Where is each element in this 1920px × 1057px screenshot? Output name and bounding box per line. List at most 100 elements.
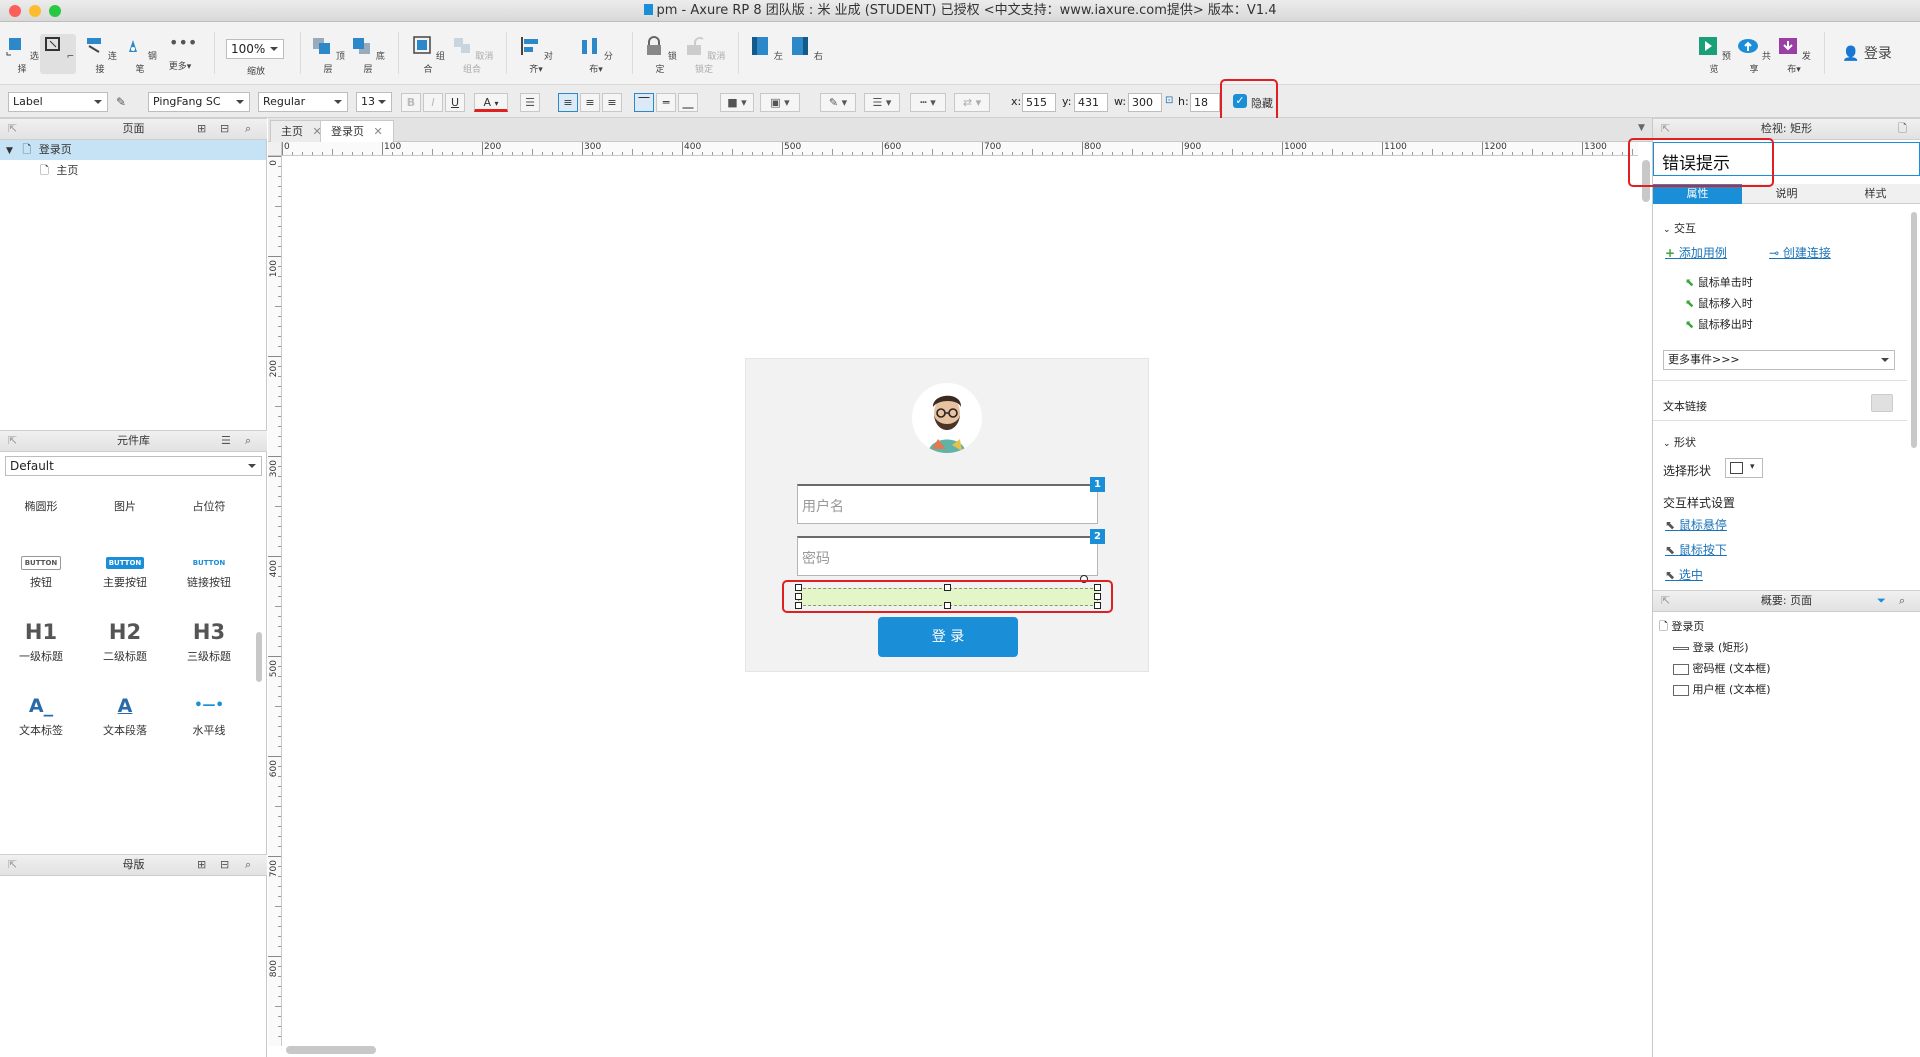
- collapse-icon[interactable]: ⇱: [8, 119, 17, 139]
- italic-button[interactable]: I: [423, 93, 443, 112]
- underline-button[interactable]: U: [445, 93, 465, 112]
- library-item[interactable]: •—• 水平线: [174, 690, 244, 738]
- collapse-icon[interactable]: ⇱: [1661, 119, 1670, 139]
- footnote-badge-1[interactable]: 1: [1090, 477, 1105, 492]
- select-tool-button[interactable]: 选择: [4, 36, 40, 75]
- expand-arrow-icon[interactable]: ▼: [6, 146, 13, 156]
- font-size-select[interactable]: 13: [356, 92, 392, 112]
- hover-style-link[interactable]: ⬉ 鼠标悬停: [1665, 516, 1727, 533]
- tabs-dropdown-icon[interactable]: ▼: [1638, 123, 1645, 133]
- x-input[interactable]: 515: [1022, 93, 1056, 112]
- send-to-back-button[interactable]: 底层: [348, 36, 388, 75]
- bullet-list-button[interactable]: ☰: [520, 93, 540, 112]
- tab-login[interactable]: 登录页 ✕: [320, 120, 394, 142]
- shape-section[interactable]: ⌄ 形状: [1663, 434, 1696, 450]
- text-link-button[interactable]: [1871, 394, 1893, 412]
- align-text-left-button[interactable]: ≡: [558, 93, 578, 112]
- zoom-select[interactable]: 100%: [226, 39, 284, 59]
- line-width-button[interactable]: ☰ ▾: [864, 93, 900, 112]
- w-input[interactable]: 300: [1128, 93, 1162, 112]
- library-item[interactable]: 占位符: [174, 480, 244, 514]
- add-folder-icon[interactable]: ⊟: [220, 119, 229, 139]
- add-case-link[interactable]: + 添加用例: [1665, 244, 1727, 261]
- collapse-icon[interactable]: ⇱: [8, 431, 17, 451]
- search-icon[interactable]: ⌕: [245, 119, 251, 139]
- library-item[interactable]: BUTTON 按钮: [6, 542, 76, 590]
- selected-style-link[interactable]: ⬉ 选中: [1665, 566, 1703, 583]
- outline-item-page[interactable]: 🗋 登录页: [1659, 618, 1704, 637]
- select-contained-button[interactable]: ⌐: [40, 34, 76, 74]
- style-edit-icon[interactable]: ✎: [116, 95, 126, 109]
- library-item[interactable]: BUTTON 主要按钮: [90, 542, 160, 590]
- more-tools-button[interactable]: ••• 更多▾: [160, 35, 200, 73]
- distribute-button[interactable]: 分布▾: [576, 36, 616, 75]
- outline-item-password[interactable]: 密码框 (文本框): [1673, 660, 1771, 676]
- library-item[interactable]: H1 一级标题: [6, 616, 76, 664]
- create-link-link[interactable]: ⊸ 创建连接: [1769, 244, 1831, 261]
- h-input[interactable]: 18: [1190, 93, 1220, 112]
- login-button[interactable]: 登 录: [878, 617, 1018, 657]
- valign-bottom-button[interactable]: ⎽: [678, 93, 698, 112]
- interaction-section[interactable]: ⌄ 交互: [1663, 220, 1696, 236]
- ungroup-button[interactable]: 取消组合: [450, 36, 494, 75]
- filter-icon[interactable]: ⏷: [1877, 591, 1886, 611]
- line-style-button[interactable]: ┅ ▾: [910, 93, 946, 112]
- add-page-icon[interactable]: ⊞: [197, 119, 206, 139]
- right-button[interactable]: 右: [786, 36, 826, 62]
- font-select[interactable]: PingFang SC: [148, 92, 250, 112]
- preview-button[interactable]: 预览: [1694, 36, 1734, 75]
- avatar[interactable]: [912, 383, 982, 453]
- footnote-badge-2[interactable]: 2: [1090, 529, 1105, 544]
- inspector-scrollbar[interactable]: [1911, 212, 1917, 448]
- collapse-icon[interactable]: ⇱: [1661, 591, 1670, 611]
- page-item-login[interactable]: ▼ 🗋 登录页: [0, 140, 266, 160]
- library-item[interactable]: BUTTON 链接按钮: [174, 542, 244, 590]
- design-canvas[interactable]: 用户名 1 密码 2 登 录: [283, 157, 1638, 1046]
- library-item[interactable]: A_ 文本标签: [6, 690, 76, 738]
- share-button[interactable]: 共享: [1734, 36, 1774, 75]
- arrow-style-button[interactable]: ⇄ ▾: [954, 93, 990, 112]
- more-events-select[interactable]: 更多事件>>>: [1663, 350, 1895, 370]
- align-text-right-button[interactable]: ≡: [602, 93, 622, 112]
- mouse-down-style-link[interactable]: ⬉ 鼠标按下: [1665, 541, 1727, 558]
- valign-top-button[interactable]: ⎺: [634, 93, 654, 112]
- connect-tool-button[interactable]: 连接: [80, 36, 120, 75]
- close-window-button[interactable]: [9, 5, 21, 17]
- bring-to-front-button[interactable]: 顶层: [308, 36, 348, 75]
- search-icon[interactable]: ⌕: [1899, 591, 1905, 611]
- event-on-mouse-leave[interactable]: ⬉ 鼠标移出时: [1685, 316, 1753, 332]
- add-folder-icon[interactable]: ⊟: [220, 855, 229, 875]
- library-item[interactable]: A 文本段落: [90, 690, 160, 738]
- bold-button[interactable]: B: [401, 93, 421, 112]
- add-master-icon[interactable]: ⊞: [197, 855, 206, 875]
- library-scrollbar[interactable]: [256, 632, 262, 682]
- font-weight-select[interactable]: Regular: [258, 92, 348, 112]
- publish-button[interactable]: 发布▾: [1774, 36, 1814, 75]
- group-button[interactable]: 组合: [408, 36, 448, 75]
- outline-item-login-rect[interactable]: 登录 (矩形): [1673, 639, 1749, 655]
- menu-icon[interactable]: ☰: [221, 431, 231, 451]
- lock-ratio-icon[interactable]: ⊡: [1165, 95, 1173, 106]
- canvas-horizontal-scrollbar[interactable]: [286, 1046, 376, 1054]
- tab-notes[interactable]: 说明: [1742, 184, 1831, 204]
- event-on-mouse-enter[interactable]: ⬉ 鼠标移入时: [1685, 295, 1753, 311]
- valign-middle-button[interactable]: ═: [656, 93, 676, 112]
- left-button[interactable]: 左: [746, 36, 786, 62]
- tab-style[interactable]: 样式: [1831, 184, 1920, 204]
- search-icon[interactable]: ⌕: [245, 431, 251, 451]
- line-color-button[interactable]: ✎ ▾: [820, 93, 856, 112]
- tab-properties[interactable]: 属性: [1653, 184, 1742, 204]
- unlock-button[interactable]: 取消锁定: [682, 36, 726, 75]
- shape-picker[interactable]: ▾: [1725, 458, 1763, 478]
- page-notes-icon[interactable]: 🗋: [1898, 119, 1907, 139]
- lock-button[interactable]: 锁定: [640, 36, 680, 75]
- minimize-window-button[interactable]: [29, 5, 41, 17]
- font-color-button[interactable]: A ▾: [474, 93, 508, 112]
- search-icon[interactable]: ⌕: [245, 855, 251, 875]
- username-input[interactable]: 用户名: [797, 484, 1098, 524]
- library-item[interactable]: 图片: [90, 480, 160, 514]
- shadow-button[interactable]: ▣ ▾: [760, 93, 800, 112]
- fill-color-button[interactable]: ■ ▾: [720, 93, 754, 112]
- close-icon[interactable]: ✕: [374, 125, 383, 138]
- password-input[interactable]: 密码: [797, 536, 1098, 576]
